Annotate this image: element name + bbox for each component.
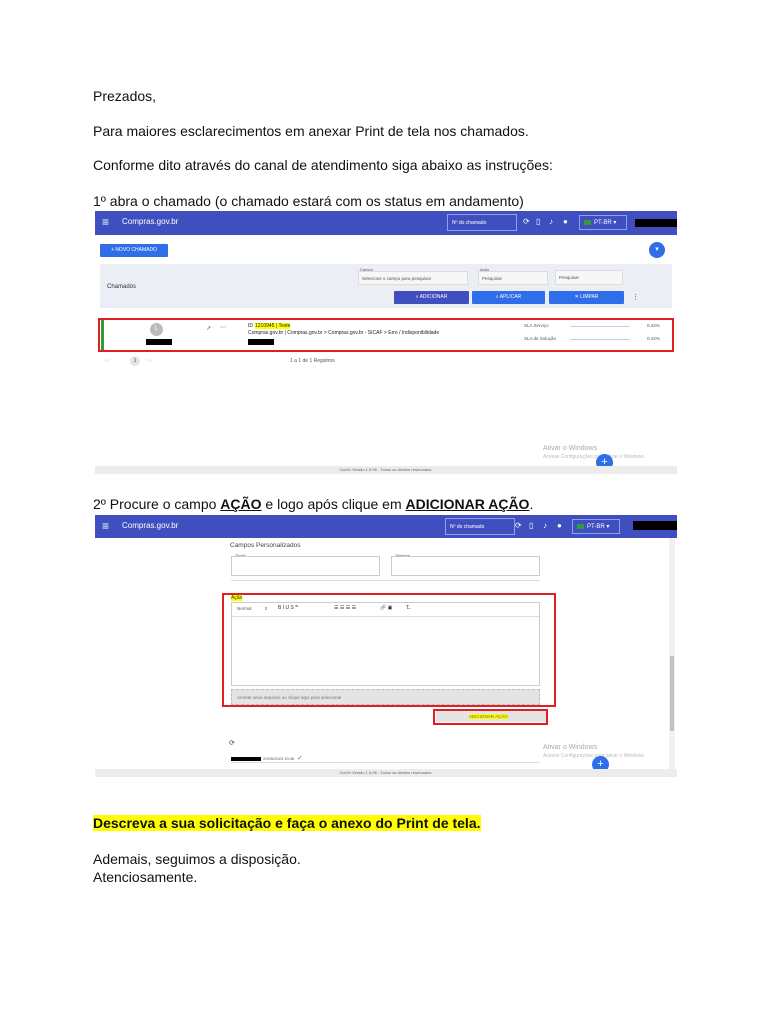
- menu-icon: ≡: [102, 519, 110, 533]
- language-label: PT-BR: [587, 524, 605, 530]
- action-field-name: AÇÃO: [220, 496, 262, 512]
- app-footer: GovSr Versão 1.5.96 - Todos os direitos …: [95, 769, 677, 777]
- app-brand: Compras.gov.br: [122, 521, 179, 530]
- phone-icon[interactable]: ▯: [529, 521, 533, 530]
- history-timestamp: 22/05/2023 10:46: [263, 756, 295, 761]
- bell-icon[interactable]: ♪: [549, 217, 553, 226]
- step2-paragraph: 2º Procure o campo AÇÃO e logo após cliq…: [93, 496, 534, 512]
- field2-input[interactable]: [391, 556, 540, 576]
- highlight-box-ticket: [98, 318, 674, 352]
- filter-field-select[interactable]: Selecione o campo para pesquisar: [358, 271, 468, 285]
- windows-watermark-sub: Acesse Configurações para ativar o Windo…: [543, 454, 646, 460]
- language-label: PT-BR: [594, 220, 612, 226]
- more-icon[interactable]: ⋮: [632, 293, 639, 301]
- app-header: ≡ Compras.gov.br Nº do chamado ⟳ ▯ ♪ ● P…: [95, 515, 677, 538]
- pagination-arrows[interactable]: ‹ ‹: [105, 358, 110, 364]
- pagination-summary: 1 a 1 de 1 Registros: [290, 358, 335, 364]
- redacted-user-name: [635, 219, 677, 227]
- custom-fields-title: Campos Personalizados: [230, 542, 301, 549]
- intro-paragraph: Para maiores esclarecimentos em anexar P…: [93, 123, 529, 139]
- phone-icon[interactable]: ▯: [536, 217, 540, 226]
- app-brand: Compras.gov.br: [122, 217, 179, 226]
- flag-icon: [584, 219, 591, 225]
- history-refresh-icon[interactable]: ⟳: [229, 739, 235, 747]
- app-footer: GovSr Versão 1.5.96 - Todos os direitos …: [95, 466, 677, 474]
- user-icon[interactable]: ●: [563, 217, 568, 226]
- bell-icon[interactable]: ♪: [543, 521, 547, 530]
- new-ticket-button[interactable]: + NOVO CHAMADO: [100, 244, 168, 257]
- highlight-note: Descreva a sua solicitação e faça o anex…: [93, 815, 481, 831]
- windows-watermark-title: Ativar o Windows: [543, 744, 598, 751]
- redacted-user-name: [633, 521, 677, 530]
- divider: [231, 580, 540, 581]
- clear-button[interactable]: ✕ LIMPAR: [549, 291, 624, 304]
- current-page[interactable]: 1: [130, 356, 140, 366]
- refresh-icon[interactable]: ⟳: [515, 521, 522, 530]
- menu-icon: ≡: [102, 215, 110, 229]
- windows-watermark-title: Ativar o Windows: [543, 445, 598, 452]
- scrollbar[interactable]: [669, 538, 675, 769]
- pagination-next[interactable]: › ›: [147, 358, 152, 364]
- filter-panel: Chamados Campo Selecione o campo para pe…: [100, 264, 672, 308]
- closing-line-2: Atenciosamente.: [93, 869, 198, 885]
- filter-search-input[interactable]: Pesquisar: [555, 270, 623, 285]
- apply-button[interactable]: ⌕ APLICAR: [472, 291, 545, 304]
- history-divider: [231, 762, 540, 763]
- collapse-button[interactable]: ▾: [649, 242, 665, 258]
- highlight-box-action: [222, 593, 556, 707]
- ticket-number-input[interactable]: Nº do chamado: [445, 518, 515, 535]
- flag-icon: [577, 523, 584, 529]
- add-action-name: ADICIONAR AÇÃO: [405, 496, 530, 512]
- scrollbar-thumb[interactable]: [670, 656, 674, 731]
- section-title: Chamados: [107, 284, 137, 290]
- redacted-author: [231, 757, 261, 761]
- check-icon: ✓: [297, 755, 303, 762]
- greeting: Prezados,: [93, 88, 157, 104]
- add-button[interactable]: ⌕ ADICIONAR: [394, 291, 469, 304]
- instruction-paragraph: Conforme dito através do canal de atendi…: [93, 157, 553, 173]
- ticket-number-input[interactable]: Nº do chamado: [447, 214, 517, 231]
- language-select[interactable]: PT-BR ▾: [572, 519, 620, 534]
- filter-action-select[interactable]: Pesquisar: [478, 271, 548, 285]
- screenshot-ticket-detail: ≡ Compras.gov.br Nº do chamado ⟳ ▯ ♪ ● P…: [95, 515, 677, 777]
- field1-input[interactable]: [231, 556, 380, 576]
- app-header: ≡ Compras.gov.br Nº do chamado ⟳ ▯ ♪ ● P…: [95, 211, 677, 235]
- highlight-box-add-action: [433, 709, 548, 725]
- step1-paragraph: 1º abra o chamado (o chamado estará com …: [93, 193, 524, 209]
- screenshot-ticket-list: ≡ Compras.gov.br Nº do chamado ⟳ ▯ ♪ ● P…: [95, 211, 677, 475]
- user-icon[interactable]: ●: [557, 521, 562, 530]
- refresh-icon[interactable]: ⟳: [523, 217, 530, 226]
- closing-line-1: Ademais, seguimos a disposição.: [93, 851, 301, 867]
- language-select[interactable]: PT-BR ▾: [579, 215, 627, 230]
